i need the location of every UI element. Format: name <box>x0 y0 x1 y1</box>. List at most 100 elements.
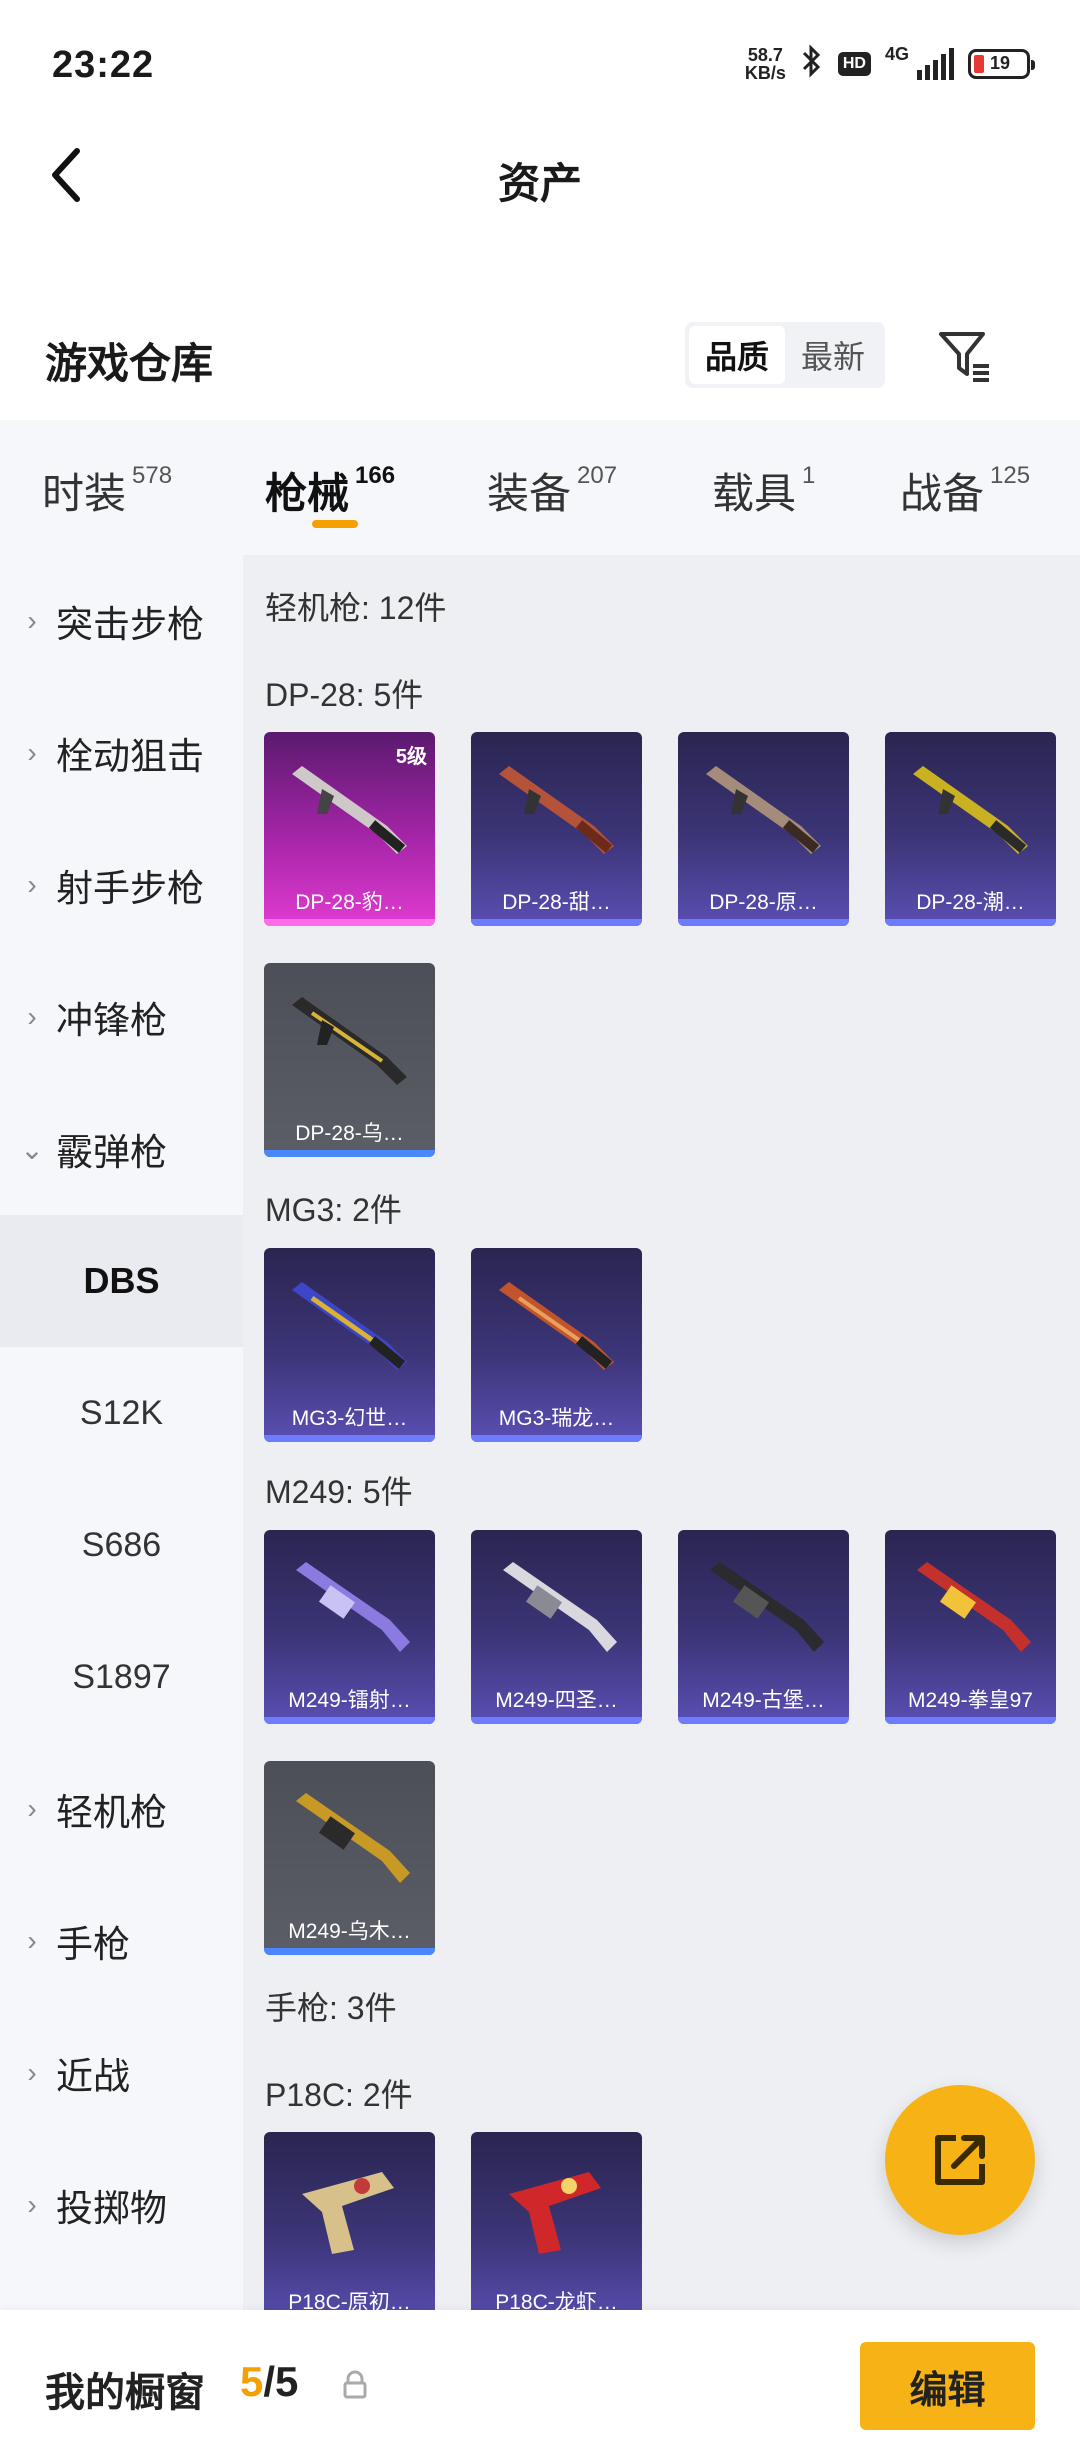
sidebar-sub-s1897[interactable]: S1897 <box>0 1611 243 1743</box>
item-name: DP-28-豹… <box>295 891 404 914</box>
tab-supplies[interactable]: 战备 125 <box>900 460 1030 521</box>
sidebar-item-label: 手枪 <box>56 1924 130 1965</box>
edit-button[interactable]: 编辑 <box>860 2342 1035 2430</box>
sidebar-item-label: 冲锋枪 <box>56 1000 167 1041</box>
item-name: DP-28-乌… <box>295 1122 404 1145</box>
sidebar-item-bolt-sniper[interactable]: › 栓动狙击 <box>0 687 243 819</box>
chevron-right-icon: › <box>27 605 37 636</box>
sidebar-item-throwable[interactable]: › 投掷物 <box>0 2139 243 2271</box>
sidebar-item-smg[interactable]: › 冲锋枪 <box>0 951 243 1083</box>
sidebar-item-label: 轻机枪 <box>56 1792 167 1833</box>
item-card[interactable]: DP-28-原… <box>678 732 849 926</box>
network-type: 4G <box>884 44 909 64</box>
item-card[interactable]: M249-拳皇97 <box>885 1530 1056 1724</box>
tab-count: 166 <box>355 462 396 489</box>
status-time: 23:22 <box>52 44 155 86</box>
lmg-weapon-icon <box>296 1793 410 1883</box>
sidebar-item-label: 投掷物 <box>56 2188 167 2229</box>
item-card[interactable]: MG3-幻世… <box>264 1248 435 1442</box>
share-icon <box>935 2135 985 2185</box>
item-name: M249-乌木… <box>288 1920 411 1943</box>
tab-vehicles[interactable]: 载具 1 <box>712 460 815 521</box>
lmg-weapon-icon <box>710 1562 824 1652</box>
chevron-right-icon: › <box>27 869 37 900</box>
lmg-weapon-icon <box>292 997 407 1085</box>
sidebar-item-pistol[interactable]: › 手枪 <box>0 1875 243 2007</box>
sidebar-item-marksman-rifle[interactable]: › 射手步枪 <box>0 819 243 951</box>
item-card[interactable]: DP-28-甜… <box>471 732 642 926</box>
battery-level: 19 <box>990 53 1011 73</box>
lmg-weapon-icon <box>296 1562 410 1652</box>
share-button[interactable] <box>885 2085 1035 2235</box>
lmg-weapon-icon <box>499 1282 614 1370</box>
bluetooth-icon <box>800 44 824 83</box>
network-speed-unit: KB/s <box>744 62 786 83</box>
tab-count: 1 <box>802 462 816 489</box>
item-card[interactable]: 5级 DP-28-豹… <box>264 732 435 926</box>
chevron-right-icon: › <box>27 1793 37 1824</box>
item-card[interactable]: P18C-原初… <box>264 2132 435 2310</box>
pistol-weapon-icon <box>302 2172 394 2254</box>
item-grid: 轻机枪: 12件 DP-28: 5件 5级 DP-28-豹… DP-28-甜… … <box>243 555 1080 2310</box>
level-badge: 5级 <box>395 746 427 768</box>
sidebar-item-label: 近战 <box>56 2056 130 2097</box>
chevron-down-icon: ⌄ <box>20 1133 44 1165</box>
tab-equipment[interactable]: 装备 207 <box>487 460 617 521</box>
page-title: 资产 <box>497 160 582 207</box>
item-name: DP-28-甜… <box>502 891 611 914</box>
sidebar-item-label: 射手步枪 <box>56 868 204 909</box>
chevron-right-icon: › <box>27 1001 37 1032</box>
item-card[interactable]: M249-古堡… <box>678 1530 849 1724</box>
sidebar-sub-s12k[interactable]: S12K <box>0 1347 243 1479</box>
item-name: MG3-幻世… <box>291 1407 408 1430</box>
signal-icon <box>917 47 954 80</box>
sidebar-sub-s686[interactable]: S686 <box>0 1479 243 1611</box>
tab-fashion[interactable]: 时装 578 <box>42 460 172 521</box>
pistol-weapon-icon <box>509 2172 601 2254</box>
lmg-weapon-icon <box>292 1282 407 1370</box>
item-card[interactable]: P18C-龙虾… <box>471 2132 642 2310</box>
item-name: MG3-瑞龙… <box>498 1407 615 1430</box>
item-name: M249-拳皇97 <box>908 1689 1033 1712</box>
section-header-pistol: 手枪: 3件 <box>265 1990 397 2026</box>
lmg-weapon-icon <box>913 766 1028 854</box>
sidebar-item-lmg[interactable]: › 轻机枪 <box>0 1743 243 1875</box>
item-card[interactable]: DP-28-乌… <box>264 963 435 1157</box>
item-name: P18C-原初… <box>288 2291 411 2310</box>
chevron-right-icon: › <box>27 737 37 768</box>
section-header-dp28: DP-28: 5件 <box>265 677 424 713</box>
item-card[interactable]: MG3-瑞龙… <box>471 1248 642 1442</box>
sort-newest-button[interactable]: 最新 <box>785 326 881 384</box>
tab-count: 207 <box>577 462 618 489</box>
tab-firearms[interactable]: 枪械 166 <box>265 460 395 521</box>
item-card[interactable]: M249-四圣… <box>471 1530 642 1724</box>
section-header-m249: M249: 5件 <box>265 1474 413 1510</box>
sidebar-sub-dbs[interactable]: DBS <box>0 1215 243 1347</box>
lmg-weapon-icon <box>706 766 821 854</box>
filter-icon <box>939 332 989 382</box>
tab-label: 战备 <box>900 470 985 517</box>
category-sidebar: › 突击步枪 › 栓动狙击 › 射手步枪 › 冲锋枪 ⌄ 霰弹枪 DBS S12K S68… <box>0 555 243 2310</box>
showcase-current: 5 <box>240 2358 264 2405</box>
sidebar-item-assault-rifle[interactable]: › 突击步枪 <box>0 555 243 687</box>
filter-button[interactable] <box>930 326 1000 386</box>
sort-quality-button[interactable]: 品质 <box>689 326 785 384</box>
tab-label: 载具 <box>712 470 797 517</box>
item-card[interactable]: M249-乌木… <box>264 1761 435 1955</box>
chevron-right-icon: › <box>27 2189 37 2220</box>
lmg-weapon-icon <box>503 1562 617 1652</box>
item-name: M249-镭射… <box>288 1689 411 1712</box>
sidebar-item-melee[interactable]: › 近战 <box>0 2007 243 2139</box>
sidebar-item-label: 栓动狙击 <box>56 736 204 777</box>
item-card[interactable]: M249-镭射… <box>264 1530 435 1724</box>
sidebar-item-shotgun[interactable]: ⌄ 霰弹枪 <box>0 1083 243 1215</box>
lmg-weapon-icon <box>499 766 614 854</box>
item-name: DP-28-潮… <box>916 891 1025 914</box>
warehouse-title: 游戏仓库 <box>45 340 214 387</box>
showcase-count: 5/5 <box>240 2358 298 2406</box>
hd-icon: HD <box>837 51 871 76</box>
showcase-label: 我的橱窗 <box>45 2371 205 2415</box>
item-name: DP-28-原… <box>709 891 818 914</box>
item-name: M249-古堡… <box>702 1689 825 1712</box>
item-card[interactable]: DP-28-潮… <box>885 732 1056 926</box>
